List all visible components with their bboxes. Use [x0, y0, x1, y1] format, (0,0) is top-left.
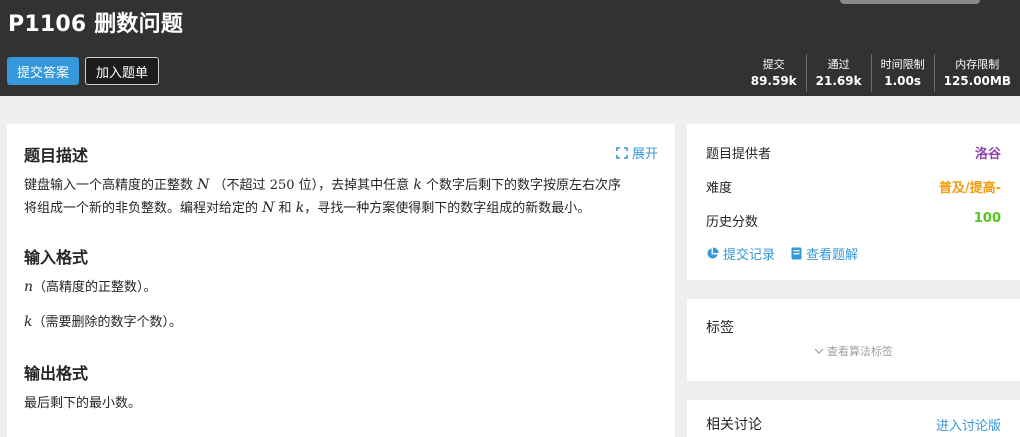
- stat-accepted: 通过 21.69k: [805, 54, 871, 92]
- history-score-value: 100: [973, 211, 1001, 226]
- stat-label: 时间限制: [880, 58, 925, 71]
- math-k: k: [413, 177, 422, 193]
- input-text: （高精度的正整数）。: [33, 280, 157, 295]
- expand-icon: [616, 146, 628, 159]
- problem-stats: 提交 89.59k 通过 21.69k 时间限制 1.00s 内存限制 125.…: [742, 54, 1020, 92]
- stat-value: 125.00MB: [943, 74, 1011, 88]
- math-n: n: [24, 279, 34, 295]
- stat-value: 89.59k: [750, 74, 797, 88]
- pie-chart-icon: [707, 247, 719, 259]
- view-solutions-label: 查看题解: [806, 248, 859, 263]
- description-heading: 题目描述: [24, 146, 89, 165]
- stat-label: 内存限制: [955, 58, 1000, 71]
- expand-button[interactable]: 展开: [616, 143, 658, 162]
- difficulty-row: 难度 普及/提高-: [706, 177, 1001, 196]
- desc-text: 键盘输入一个高精度的正整数: [24, 178, 194, 193]
- desc-text: 将组成一个新的非负整数。编程对给定的: [24, 201, 259, 216]
- provider-label: 题目提供者: [706, 147, 772, 162]
- math-N: N: [262, 200, 275, 216]
- stat-label: 通过: [827, 58, 850, 71]
- output-line-1: 最后剩下的最小数。: [24, 396, 142, 411]
- stat-value: 1.00s: [884, 74, 921, 88]
- view-solutions-link[interactable]: 查看题解: [791, 244, 858, 263]
- submission-records-label: 提交记录: [723, 248, 776, 263]
- desc-text: 个数字后剩下的数字按原左右次序: [425, 178, 621, 193]
- problem-info-card: 题目提供者 洛谷 难度 普及/提高- 历史分数 100 提交记录 查看题解: [687, 124, 1020, 280]
- history-score-row: 历史分数 100: [706, 211, 1001, 230]
- input-format-heading: 输入格式: [24, 248, 89, 267]
- provider-value[interactable]: 洛谷: [975, 143, 1001, 162]
- stat-submissions: 提交 89.59k: [742, 54, 806, 92]
- search-bar[interactable]: [840, 0, 980, 4]
- input-line-1: n（高精度的正整数）。: [24, 276, 157, 299]
- book-icon: [791, 247, 802, 260]
- info-links: 提交记录 查看题解: [706, 244, 858, 263]
- input-text: （需要删除的数字个数）。: [32, 315, 182, 330]
- tags-card: 标签 查看算法标签: [687, 299, 1020, 381]
- stat-time-limit: 时间限制 1.00s: [870, 54, 934, 92]
- math-250: 250: [269, 178, 295, 193]
- submit-answer-button[interactable]: 提交答案: [7, 57, 79, 85]
- desc-text: 位），去掉其中任意: [298, 178, 410, 193]
- stat-label: 提交: [762, 58, 785, 71]
- show-algorithm-tags-button[interactable]: 查看算法标签: [687, 343, 1020, 359]
- problem-header: P1106 删数问题 提交答案 加入题单 提交 89.59k 通过 21.69k…: [0, 0, 1020, 96]
- discussion-heading: 相关讨论: [706, 417, 762, 433]
- desc-text: 和: [278, 201, 292, 216]
- history-score-label: 历史分数: [706, 215, 759, 230]
- add-to-list-button[interactable]: 加入题单: [85, 57, 159, 85]
- provider-row: 题目提供者 洛谷: [706, 143, 1001, 162]
- enter-discussion-link[interactable]: 进入讨论版: [936, 415, 1001, 434]
- discussion-card: 相关讨论 进入讨论版: [687, 400, 1020, 437]
- expand-label: 展开: [631, 147, 658, 162]
- math-k: k: [295, 200, 305, 216]
- submission-records-link[interactable]: 提交记录: [706, 244, 775, 263]
- difficulty-value: 普及/提高-: [938, 181, 1001, 196]
- stat-value: 21.69k: [815, 74, 862, 88]
- description-text: 键盘输入一个高精度的正整数 N （不超过 250 位），去掉其中任意 k 个数字…: [24, 174, 664, 220]
- chevron-down-icon: [814, 348, 824, 354]
- desc-text: ，寻找一种方案使得剩下的数字组成的新数最小。: [304, 201, 591, 216]
- desc-text: （不超过: [213, 178, 266, 193]
- problem-statement-card: 题目描述 展开 键盘输入一个高精度的正整数 N （不超过 250 位），去掉其中…: [7, 124, 675, 437]
- stat-memory-limit: 内存限制 125.00MB: [933, 54, 1020, 92]
- tags-heading: 标签: [706, 320, 734, 336]
- show-tags-label: 查看算法标签: [827, 345, 893, 358]
- difficulty-label: 难度: [706, 181, 733, 196]
- math-N: N: [197, 177, 210, 193]
- output-format-heading: 输出格式: [24, 364, 89, 383]
- problem-title: P1106 删数问题: [8, 12, 184, 37]
- input-line-2: k（需要删除的数字个数）。: [24, 311, 182, 334]
